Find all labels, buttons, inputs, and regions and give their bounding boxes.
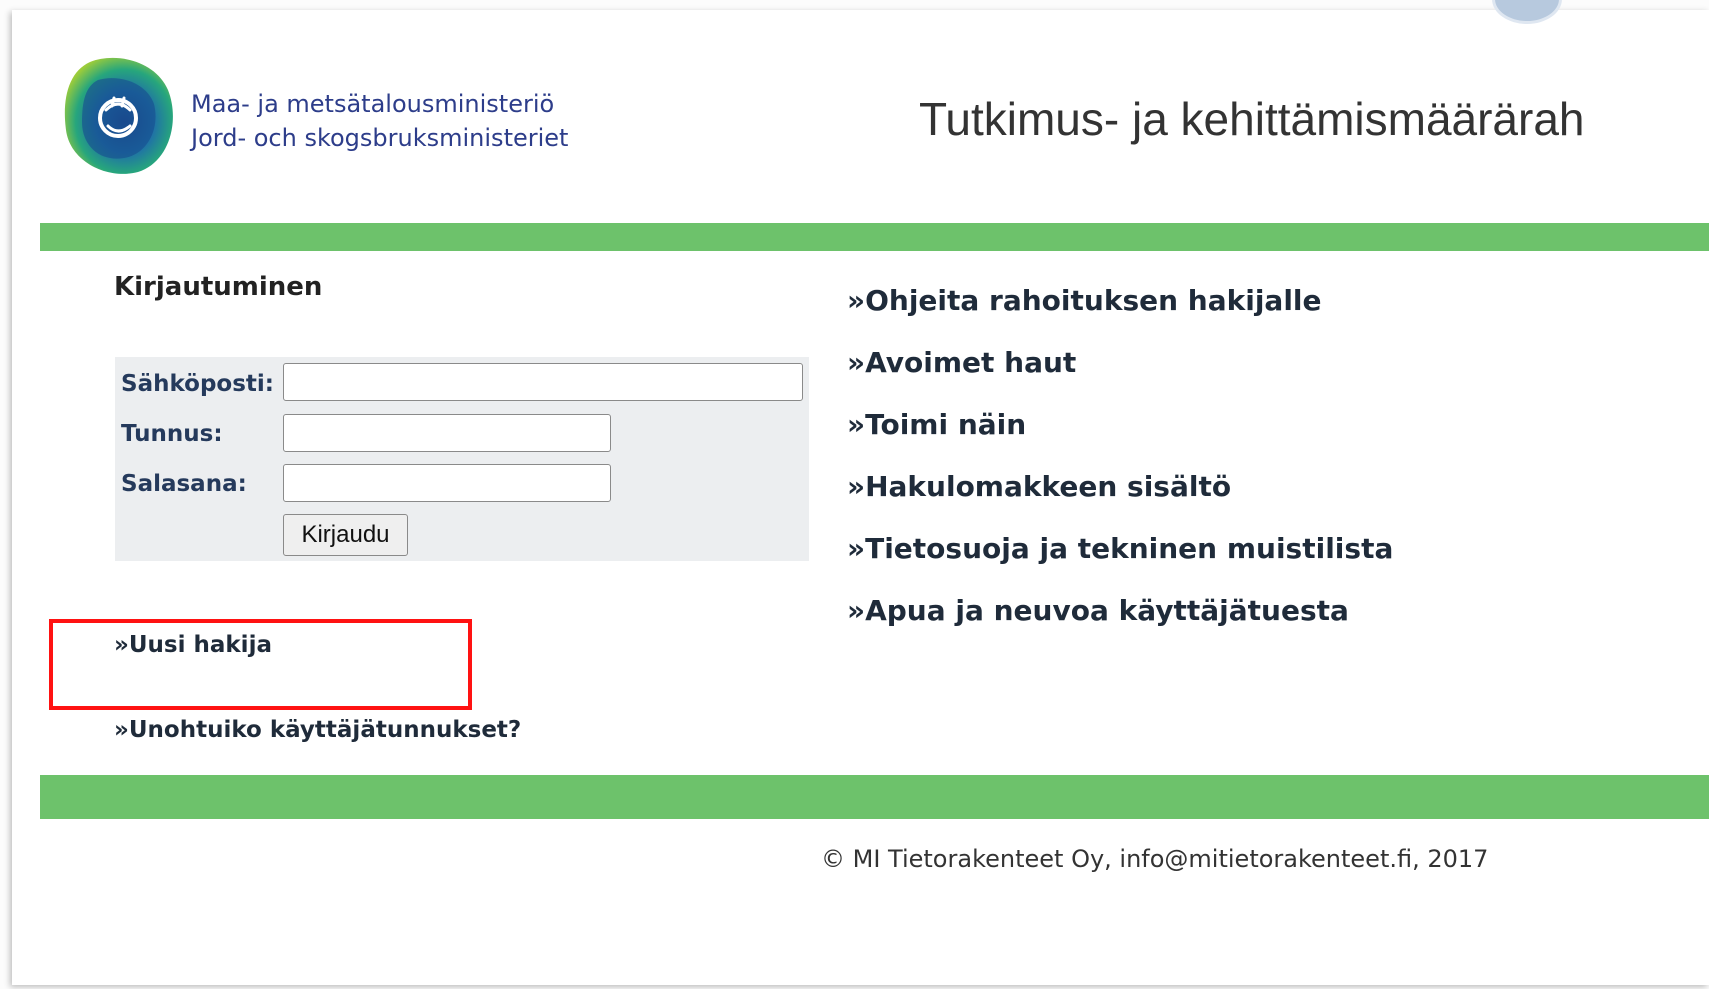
site-title: Tutkimus- ja kehittämismäärärah — [919, 93, 1585, 145]
forgot-credentials-link[interactable]: »Unohtuiko käyttäjätunnukset? — [114, 717, 521, 743]
new-applicant-link[interactable]: »Uusi hakija — [114, 632, 272, 658]
password-field[interactable] — [283, 464, 611, 502]
screenshot-frame: Maa- ja metsätalousministeriö Jord- och … — [0, 0, 1709, 989]
login-button[interactable]: Kirjaudu — [283, 514, 408, 556]
ministry-name-fi: Maa- ja metsätalousministeriö — [191, 90, 555, 118]
menu-link-instructions[interactable]: »Ohjeita rahoituksen hakijalle — [847, 284, 1322, 317]
login-form: Sähköposti: Tunnus: Salasana: Kirjaudu — [115, 357, 809, 561]
footer-divider-bar — [40, 775, 1709, 819]
ministry-name-sv: Jord- och skogsbruksministeriet — [191, 124, 569, 152]
menu-link-privacy[interactable]: »Tietosuoja ja tekninen muistilista — [847, 532, 1393, 565]
email-label: Sähköposti: — [121, 371, 274, 397]
username-label: Tunnus: — [121, 421, 223, 447]
login-heading: Kirjautuminen — [114, 272, 323, 302]
header-divider-bar — [40, 223, 1709, 251]
menu-link-form-contents[interactable]: »Hakulomakkeen sisältö — [847, 470, 1231, 503]
menu-link-support[interactable]: »Apua ja neuvoa käyttäjätuesta — [847, 594, 1349, 627]
menu-link-open-calls[interactable]: »Avoimet haut — [847, 346, 1076, 379]
footer-copyright: © MI Tietorakenteet Oy, info@mitietorake… — [821, 845, 1489, 873]
email-field[interactable] — [283, 363, 803, 401]
partial-circle-icon — [1492, 0, 1562, 24]
ministry-name: Maa- ja metsätalousministeriö Jord- och … — [191, 87, 568, 155]
menu-link-how-to[interactable]: »Toimi näin — [847, 408, 1026, 441]
password-label: Salasana: — [121, 471, 247, 497]
page: Maa- ja metsätalousministeriö Jord- och … — [12, 0, 1709, 985]
ministry-lion-emblem-icon — [64, 57, 173, 174]
username-field[interactable] — [283, 414, 611, 452]
